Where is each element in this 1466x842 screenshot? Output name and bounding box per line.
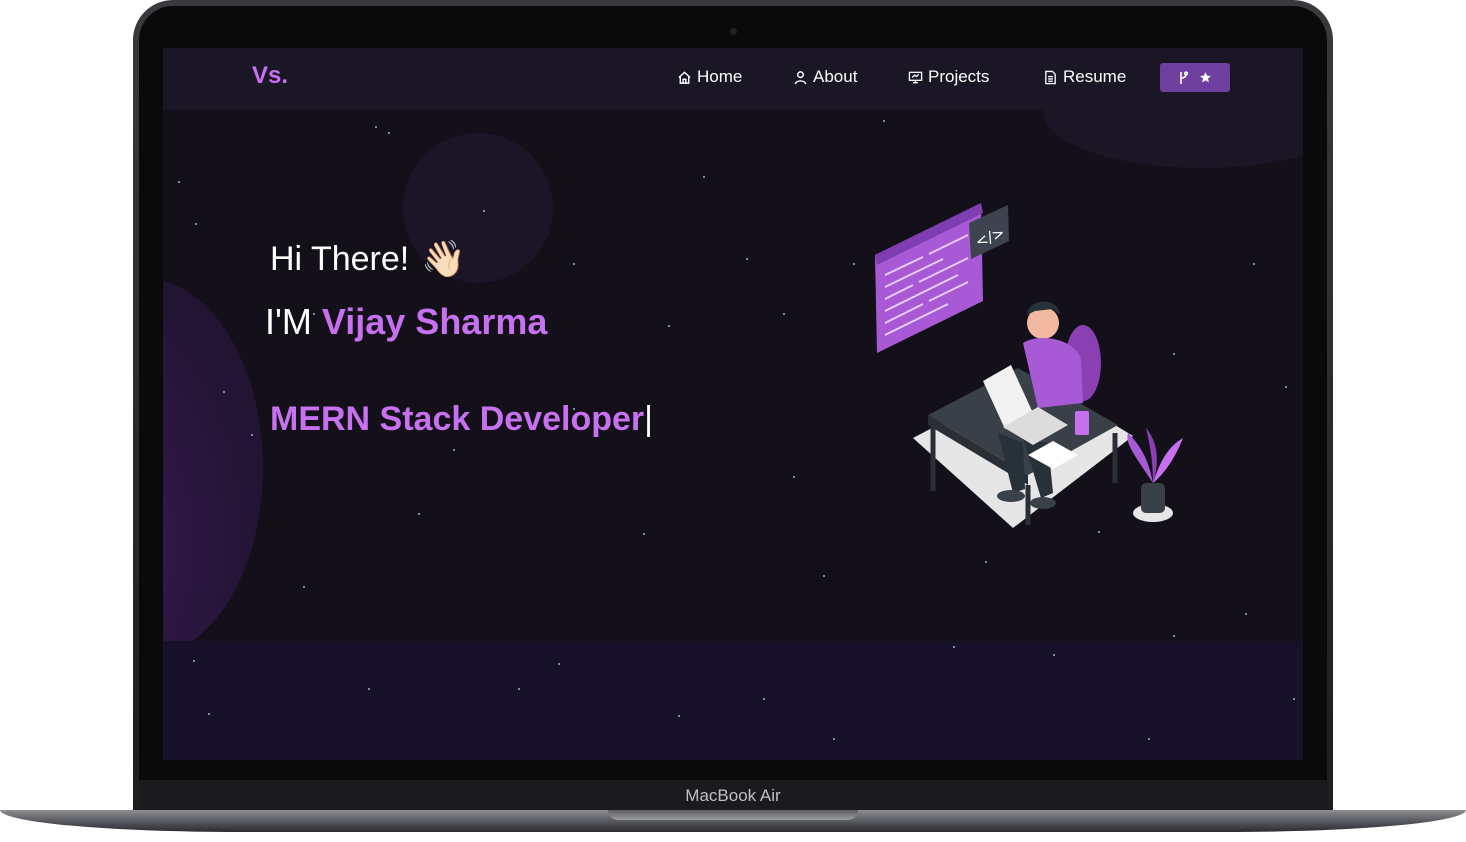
nav-label: About: [813, 67, 858, 86]
greeting-text: Hi There!: [270, 239, 410, 278]
nav-item-resume[interactable]: Resume: [1043, 67, 1126, 87]
wave-emoji: 👋🏻: [421, 238, 467, 279]
star-icon: [1200, 72, 1211, 83]
intro-prefix: I'M: [265, 301, 312, 342]
git-fork-icon: [1180, 70, 1189, 84]
greeting: Hi There! 👋🏻: [270, 238, 466, 280]
github-button[interactable]: [1160, 63, 1230, 92]
nav-item-about[interactable]: About: [793, 67, 857, 87]
developer-illustration: </>: [875, 203, 1183, 528]
screen: Vs. Home About Projects Resume Hi There!…: [163, 48, 1303, 760]
developer-name: Vijay Sharma: [321, 301, 548, 342]
nav-item-home[interactable]: Home: [677, 67, 742, 87]
typewriter-role: MERN Stack Developer|: [270, 400, 653, 439]
intro-heading: I'M Vijay Sharma: [265, 301, 547, 343]
camera: [730, 28, 737, 35]
nav-label: Resume: [1063, 67, 1127, 86]
role-text: MERN Stack Developer: [270, 400, 645, 438]
device-label: MacBook Air: [685, 786, 781, 805]
laptop-notch: [608, 810, 858, 820]
presentation-icon: [908, 71, 923, 83]
document-icon: [1045, 70, 1056, 84]
logo[interactable]: Vs.: [252, 62, 288, 90]
user-icon: [794, 70, 807, 84]
navbar: Vs. Home About Projects Resume: [163, 48, 1303, 110]
next-section: [163, 641, 1303, 760]
home-icon: [678, 70, 691, 84]
nav-label: Projects: [928, 67, 990, 86]
nav-label: Home: [697, 67, 743, 86]
nav-item-projects[interactable]: Projects: [908, 67, 989, 87]
typing-cursor: |: [644, 400, 653, 438]
